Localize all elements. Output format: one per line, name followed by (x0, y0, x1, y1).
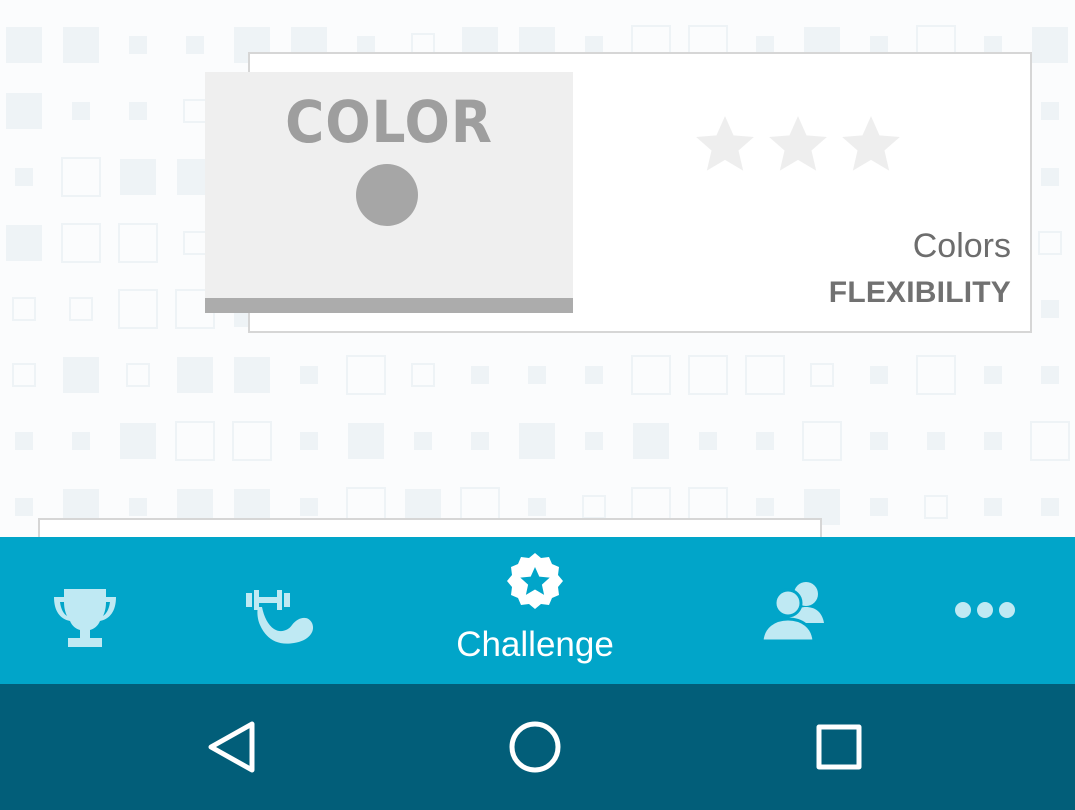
background-tile (15, 498, 33, 516)
star-badge-icon (507, 553, 563, 609)
background-tile (1041, 366, 1059, 384)
level-progress-bar (205, 298, 573, 313)
flexed-arm-dumbbell-icon (246, 590, 314, 644)
people-icon (760, 582, 824, 643)
background-tile (232, 421, 272, 461)
background-tile (756, 498, 774, 516)
background-tile (118, 223, 158, 263)
background-tile (129, 36, 147, 54)
background-tile (924, 495, 948, 519)
background-tile (12, 363, 36, 387)
star-icon (842, 116, 900, 171)
background-tile (582, 495, 606, 519)
background-tile (15, 432, 33, 450)
home-button[interactable] (480, 684, 590, 810)
tab-community[interactable] (740, 537, 850, 684)
star-icon (696, 116, 754, 171)
background-tile (177, 357, 213, 393)
background-tile (802, 421, 842, 461)
tab-workout[interactable] (225, 537, 335, 684)
background-tile (186, 36, 204, 54)
background-tile (414, 432, 432, 450)
background-tile (183, 231, 207, 255)
background-tile (1030, 421, 1070, 461)
background-tile (585, 432, 603, 450)
background-tile (1041, 498, 1059, 516)
trophy-icon (54, 589, 116, 647)
background-tile (745, 355, 785, 395)
background-tile (61, 223, 101, 263)
background-tile (120, 159, 156, 195)
background-tile (1041, 102, 1059, 120)
background-tile (72, 102, 90, 120)
background-tile (528, 366, 546, 384)
background-tile (6, 225, 42, 261)
background-tile (916, 355, 956, 395)
background-tile (688, 355, 728, 395)
background-tile (300, 498, 318, 516)
background-tile (72, 432, 90, 450)
star-icon (769, 116, 827, 171)
tab-trophy[interactable] (30, 537, 140, 684)
background-tile (300, 432, 318, 450)
background-tile (810, 363, 834, 387)
back-icon (208, 721, 255, 773)
more-dots-icon (955, 602, 1015, 618)
background-tile (633, 423, 669, 459)
home-icon (509, 721, 561, 773)
background-tile (69, 297, 93, 321)
system-navigation-bar (0, 684, 1075, 810)
level-name: Colors (912, 227, 1011, 265)
recents-icon (816, 724, 862, 770)
background-tile (175, 421, 215, 461)
background-tile (346, 355, 386, 395)
background-tile (183, 99, 207, 123)
background-tile (15, 168, 33, 186)
background-tile (118, 289, 158, 329)
background-tile (1038, 231, 1062, 255)
background-tile (471, 432, 489, 450)
background-tile (12, 297, 36, 321)
background-tile (927, 432, 945, 450)
tab-challenge[interactable]: Challenge (430, 537, 640, 684)
background-tile (870, 498, 888, 516)
background-tile (300, 366, 318, 384)
background-tile (1032, 27, 1068, 63)
background-tile (129, 102, 147, 120)
background-tile (984, 498, 1002, 516)
background-tile (61, 157, 101, 197)
background-tile (348, 423, 384, 459)
background-tile (411, 363, 435, 387)
background-tile (6, 93, 42, 129)
background-tile (699, 432, 717, 450)
background-tile (984, 366, 1002, 384)
background-tile (756, 432, 774, 450)
level-category: FLEXIBILITY (828, 276, 1011, 309)
background-tile (528, 498, 546, 516)
background-tile (126, 363, 150, 387)
back-button[interactable] (178, 684, 288, 810)
background-tile (120, 423, 156, 459)
tab-more[interactable] (930, 537, 1040, 684)
thumbnail-title: COLOR (285, 88, 493, 156)
background-tile (870, 366, 888, 384)
bottom-tab-bar: Challenge (0, 537, 1075, 684)
background-tile (1041, 300, 1059, 318)
background-tile (1041, 168, 1059, 186)
background-tile (984, 432, 1002, 450)
background-tile (63, 27, 99, 63)
recents-button[interactable] (784, 684, 894, 810)
background-tile (631, 355, 671, 395)
background-tile (234, 357, 270, 393)
background-tile (129, 498, 147, 516)
star-rating (692, 112, 912, 182)
tab-challenge-label: Challenge (456, 625, 614, 664)
background-tile (63, 357, 99, 393)
background-tile (519, 423, 555, 459)
background-tile (585, 366, 603, 384)
background-tile (6, 27, 42, 63)
background-tile (471, 366, 489, 384)
background-tile (870, 432, 888, 450)
thumbnail-dot (356, 164, 418, 226)
